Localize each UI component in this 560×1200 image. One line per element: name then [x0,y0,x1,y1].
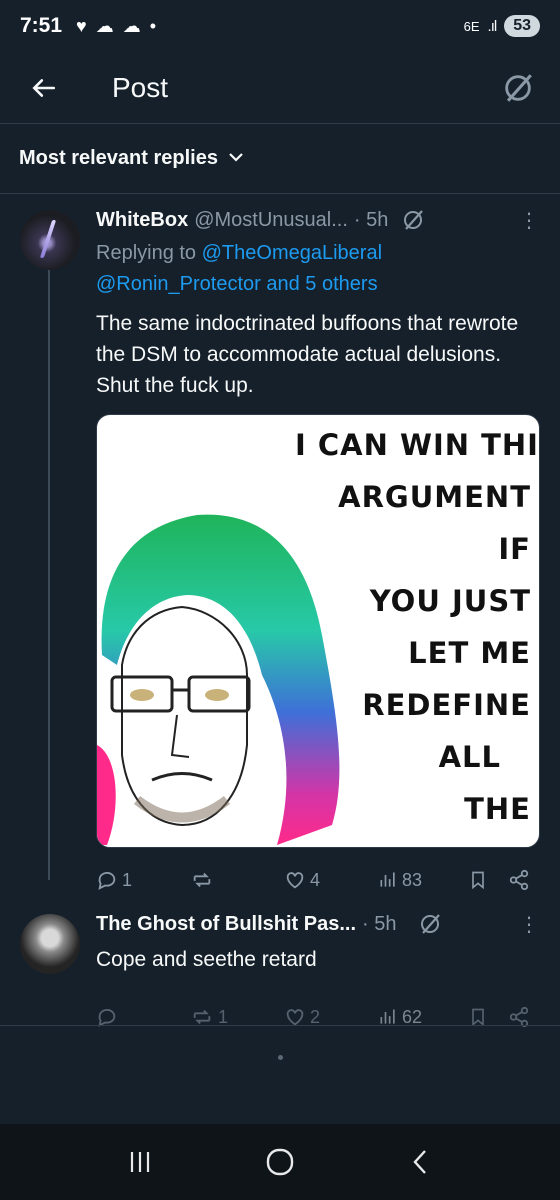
loading-indicator [278,1055,283,1060]
recent-apps-icon [130,1152,150,1172]
meme-line: I CAN WIN THIS [295,428,540,462]
views-button[interactable]: 83 [378,870,468,891]
cloud-icon: ☁ [122,15,141,36]
home-icon [266,1148,294,1176]
view-count: 83 [402,869,423,890]
battery-indicator: 53 [504,15,540,37]
signal-icon: .ıl [487,17,498,35]
tweet-text: Cope and seethe retard [96,948,317,971]
grok-icon [505,73,532,102]
more-options-icon[interactable]: ⋮ [519,912,540,937]
chevron-left-icon [413,1150,426,1174]
tweet-text: The same indoctrinated buffoons that rew… [96,312,519,397]
more-options-icon[interactable]: ⋮ [519,208,540,233]
like-button[interactable]: 4 [284,869,378,891]
status-time: 7:51 [20,14,63,37]
system-nav-bar [0,1124,560,1200]
tweet-time[interactable]: · 5h [362,913,396,936]
share-icon [509,869,529,891]
tweet-header: WhiteBox @MostUnusual... · 5h ⋮ [96,204,540,236]
tweet-header: The Ghost of Bullshit Pas... · 5h ⋮ [96,908,540,940]
meme-line: YOU JUST [369,584,531,618]
share-button[interactable] [508,869,530,891]
arrow-left-icon [32,78,56,97]
mention-link[interactable]: @Ronin_Protector and 5 others [96,273,378,295]
sort-label: Most relevant replies [19,147,218,169]
recent-apps-button[interactable] [110,1137,170,1187]
sort-dropdown[interactable]: Most relevant replies [0,124,560,194]
meme-line: ALL [438,740,501,774]
home-button[interactable] [250,1137,310,1187]
tweet-time[interactable]: · 5h [354,209,388,232]
reply-tweet: WhiteBox @MostUnusual... · 5h ⋮ Replying… [96,204,540,898]
reply-count: 1 [122,869,133,890]
heart-icon: ♥ [76,15,87,36]
dot-icon: • [149,15,157,36]
heart-icon [286,872,304,889]
lightning-icon [39,220,57,258]
divider [0,1025,560,1026]
author-name[interactable]: The Ghost of Bullshit Pas... [96,913,356,936]
avatar[interactable] [20,914,80,974]
meme-line: THE [464,792,531,826]
meme-caption: I CAN WIN THIS ARGUMENT IF YOU JUST LET … [295,419,540,847]
repost-icon [193,872,211,888]
meme-line: REDEFINE [362,688,531,722]
bookmark-icon [472,871,484,890]
notification-icons: ♥ ☁ ☁ • [76,16,156,37]
replying-to: Replying to @TheOmegaLiberal @Ronin_Prot… [96,238,540,300]
top-bar: Post [0,52,560,124]
reply-button[interactable]: 1 [96,869,190,891]
grok-icon[interactable] [400,207,426,233]
chevron-down-icon [228,150,244,168]
reply-icon [98,871,116,890]
system-back-button[interactable] [390,1137,450,1187]
thread-connector [48,270,50,880]
like-count: 4 [310,869,321,890]
meme-line: ARGUMENT IF [338,480,531,566]
meme-line: WORDS [295,835,531,847]
views-icon [380,872,395,887]
wifi-icon: 6E [463,18,480,34]
status-bar: 7:51 ♥ ☁ ☁ • 6E .ıl 53 [0,0,560,52]
tweet-image[interactable]: I CAN WIN THIS ARGUMENT IF YOU JUST LET … [96,414,540,848]
meme-line: LET ME [408,636,531,670]
page-title: Post [112,71,169,103]
avatar[interactable] [20,210,80,270]
author-name[interactable]: WhiteBox [96,209,188,232]
views-icon [380,1009,395,1024]
mention-link[interactable]: @TheOmegaLiberal [202,242,382,264]
back-button[interactable] [20,64,68,112]
reply-tweet: The Ghost of Bullshit Pas... · 5h ⋮ Cope… [96,908,540,1035]
replying-prefix: Replying to [96,242,197,264]
tweet-actions: 1 4 83 [96,862,540,898]
grok-icon[interactable] [417,911,443,937]
repost-button[interactable] [190,869,284,891]
tweet-actions: 1 2 62 [96,999,540,1035]
bookmark-button[interactable] [468,869,508,891]
author-handle[interactable]: @MostUnusual... [194,209,348,232]
weather-icon: ☁ [95,15,114,36]
grok-button[interactable] [498,68,538,108]
status-right: 6E .ıl 53 [464,15,540,37]
